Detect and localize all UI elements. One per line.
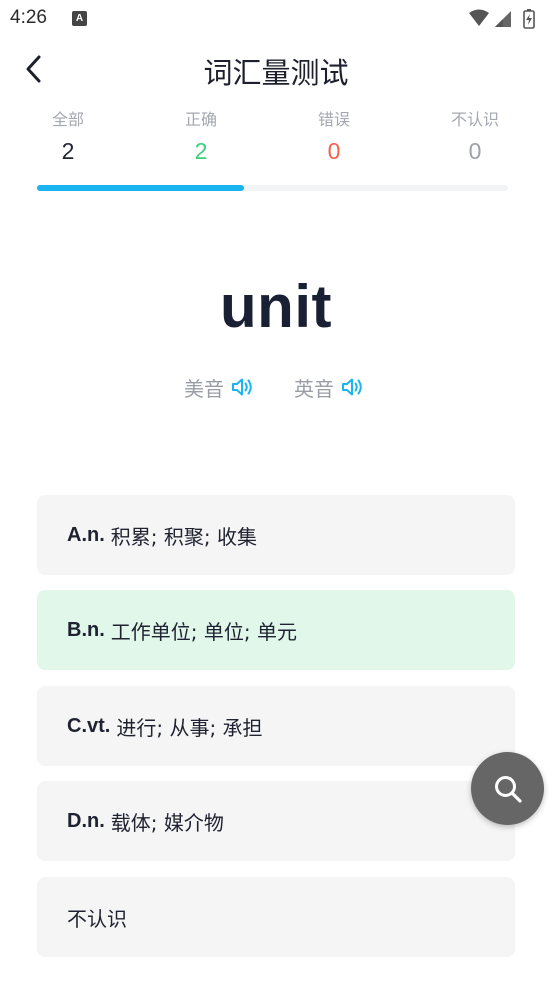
status-icons [468, 8, 542, 29]
stat-value: 0 [468, 138, 482, 164]
page-title: 词汇量测试 [203, 56, 349, 90]
option-a[interactable]: A.n. 积累; 积聚; 收集 [37, 495, 515, 575]
status-bar: 4:26 A [0, 0, 552, 38]
stat-correct: 正确 2 [161, 110, 241, 166]
option-text: 载体; 媒介物 [110, 810, 224, 835]
option-b[interactable]: B.n. 工作单位; 单位; 单元 [37, 590, 515, 670]
stat-label: 错误 [317, 110, 350, 129]
stat-label: 不认识 [450, 110, 499, 129]
battery-charging-icon [523, 9, 535, 29]
speaker-icon [232, 378, 252, 396]
option-prefix: B.n. [67, 618, 105, 641]
search-fab-button[interactable] [471, 752, 544, 825]
stat-all: 全部 2 [28, 110, 108, 166]
option-text: 不认识 [67, 906, 127, 931]
wifi-icon [469, 9, 489, 26]
option-c[interactable]: C.vt. 进行; 从事; 承担 [37, 686, 515, 766]
option-text: 进行; 从事; 承担 [116, 715, 263, 740]
speaker-icon [342, 378, 362, 396]
stat-value: 0 [327, 138, 341, 164]
option-prefix: D.n. [67, 809, 105, 832]
pronunciation-label: 美音 [184, 376, 224, 401]
cell-signal-icon [495, 11, 511, 27]
stat-label: 全部 [51, 110, 84, 129]
option-prefix: C.vt. [67, 714, 111, 737]
notification-icon: A [72, 11, 87, 26]
status-time: 4:26 [10, 7, 47, 28]
stat-wrong: 错误 0 [294, 110, 374, 166]
stat-value: 2 [194, 138, 208, 164]
progress-fill [37, 185, 245, 191]
stat-label: 正确 [184, 110, 217, 129]
stat-unknown: 不认识 0 [435, 110, 515, 166]
option-text: 积累; 积聚; 收集 [110, 524, 257, 549]
stat-value: 2 [61, 138, 75, 164]
option-unknown[interactable]: 不认识 [37, 877, 515, 957]
test-word: unit [220, 273, 332, 340]
search-icon [494, 775, 522, 803]
pronunciation-uk-button[interactable]: 英音 [294, 372, 364, 402]
pronunciation-label: 英音 [294, 376, 334, 401]
option-d[interactable]: D.n. 载体; 媒介物 [37, 781, 515, 861]
option-text: 工作单位; 单位; 单元 [110, 619, 297, 644]
pronunciation-us-button[interactable]: 美音 [184, 372, 254, 402]
option-prefix: A.n. [67, 523, 105, 546]
progress-bar [37, 185, 508, 191]
